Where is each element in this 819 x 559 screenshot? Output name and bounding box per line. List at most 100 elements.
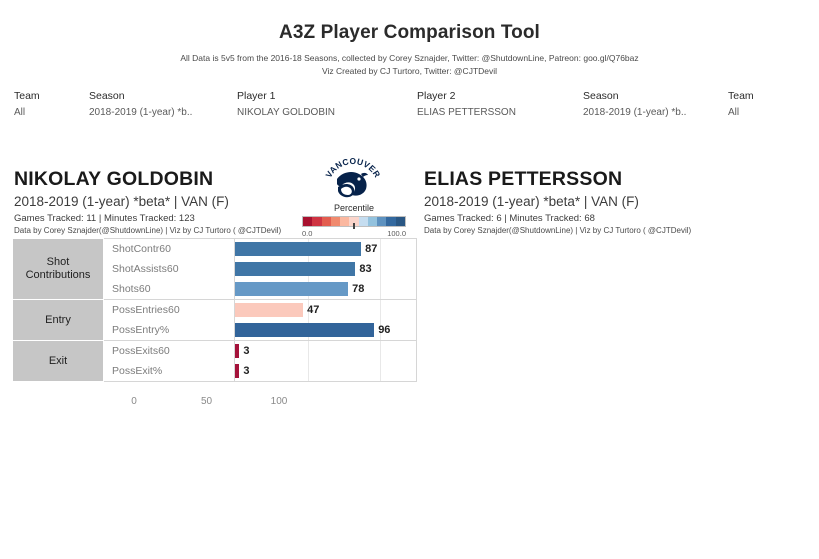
category-cell: Exit bbox=[12, 340, 104, 382]
bar bbox=[235, 303, 304, 317]
bar-track: 96 bbox=[235, 320, 390, 340]
category-cell: Entry bbox=[12, 299, 104, 341]
player-credit-right: Data by Corey Sznajder(@ShutdownLine) | … bbox=[424, 226, 692, 235]
filter-player-1[interactable]: Player 1 NIKOLAY GOLDOBIN bbox=[237, 90, 335, 118]
gridline bbox=[307, 341, 309, 361]
table-row: Entry PossEntries60 47 bbox=[12, 299, 417, 341]
bar-value-label: 87 bbox=[365, 243, 378, 255]
metric-label: PossExits60 bbox=[103, 340, 235, 361]
metric-label: PossEntry% bbox=[103, 320, 235, 341]
metric-label: PossExit% bbox=[103, 361, 235, 382]
player-tracked-right: Games Tracked: 6 | Minutes Tracked: 68 bbox=[424, 213, 595, 224]
bar bbox=[235, 282, 349, 296]
legend-gradient-left bbox=[302, 216, 406, 229]
bar-value-label: 47 bbox=[307, 304, 320, 316]
player-name-right: ELIAS PETTERSSON bbox=[424, 168, 623, 190]
gridline bbox=[380, 239, 381, 259]
filter-team-right[interactable]: Team All bbox=[728, 90, 754, 118]
filter-team-left-value[interactable]: All bbox=[14, 107, 40, 118]
gridline bbox=[380, 259, 381, 279]
player-credit-left: Data by Corey Sznajder(@ShutdownLine) | … bbox=[14, 226, 282, 235]
x-axis-tick: 100 bbox=[270, 396, 288, 407]
bar-cell: 3 bbox=[234, 340, 417, 361]
x-axis-tick: 50 bbox=[200, 396, 213, 407]
bar-cell: 83 bbox=[234, 259, 417, 279]
page-header: A3Z Player Comparison Tool All Data is 5… bbox=[0, 0, 819, 76]
bar-value-label: 3 bbox=[243, 365, 250, 377]
legend-bin-4 bbox=[340, 217, 350, 226]
bar-value-label: 83 bbox=[359, 263, 372, 275]
vancouver-canucks-logo-icon: VANCOUVER bbox=[322, 152, 384, 208]
bar-cell: 47 bbox=[234, 299, 417, 320]
bar bbox=[235, 344, 240, 358]
legend-bin-8 bbox=[377, 217, 387, 226]
bar-value-label: 96 bbox=[378, 324, 391, 336]
bar bbox=[235, 323, 375, 337]
legend-bin-10 bbox=[395, 217, 405, 226]
legend-bin-1 bbox=[312, 217, 322, 226]
page-subtitle-data-source: All Data is 5v5 from the 2016-18 Seasons… bbox=[180, 53, 639, 63]
filter-season-right[interactable]: Season 2018-2019 (1-year) *b.. bbox=[583, 90, 686, 118]
gridline bbox=[380, 279, 381, 299]
legend-axis-left: 0.0 100.0 bbox=[302, 229, 406, 238]
metric-label: Shots60 bbox=[103, 279, 235, 300]
bar-track: 3 bbox=[235, 361, 381, 381]
bar-cell: 96 bbox=[234, 320, 417, 341]
metric-label: ShotAssists60 bbox=[103, 259, 235, 279]
metrics-table-left: Shot Contributions ShotContr60 87 ShotAssist… bbox=[12, 238, 417, 382]
filter-team-right-label: Team bbox=[728, 90, 754, 102]
bar-track: 78 bbox=[235, 279, 381, 299]
legend-bin-0 bbox=[303, 217, 313, 226]
filter-team-left[interactable]: Team All bbox=[14, 90, 40, 118]
gridline bbox=[380, 361, 381, 381]
bar-value-label: 3 bbox=[243, 345, 250, 357]
filter-season-left[interactable]: Season 2018-2019 (1-year) *b.. bbox=[89, 90, 192, 118]
bar-cell: 87 bbox=[234, 238, 417, 259]
filter-team-right-value[interactable]: All bbox=[728, 107, 754, 118]
metric-label: PossEntries60 bbox=[103, 299, 235, 320]
legend-max-left: 100.0 bbox=[387, 229, 406, 238]
bar-track: 87 bbox=[235, 239, 381, 259]
bar-cell: 3 bbox=[234, 361, 417, 382]
bar-track: 83 bbox=[235, 259, 381, 279]
x-axis-left: 0 50 100 bbox=[131, 396, 299, 412]
filter-player-1-value[interactable]: NIKOLAY GOLDOBIN bbox=[237, 107, 335, 118]
bar-track: 47 bbox=[235, 300, 381, 320]
filter-season-left-label: Season bbox=[89, 90, 125, 102]
legend-title-left: Percentile bbox=[333, 203, 375, 213]
filter-season-right-value[interactable]: 2018-2019 (1-year) *b.. bbox=[583, 107, 686, 118]
page-subtitle-viz-credit: Viz Created by CJ Turtoro, Twitter: @CJT… bbox=[321, 66, 498, 76]
player-panel-left: NIKOLAY GOLDOBIN 2018-2019 (1-year) *bet… bbox=[0, 150, 417, 412]
filter-team-left-label: Team bbox=[14, 90, 40, 102]
category-cell: Shot Contributions bbox=[12, 238, 104, 300]
bar-cell: 78 bbox=[234, 279, 417, 300]
percentile-legend-left: Percentile 0.0 100.0 bbox=[302, 203, 406, 238]
gridline bbox=[380, 341, 381, 361]
filter-player-2-value[interactable]: ELIAS PETTERSSON bbox=[417, 107, 516, 118]
filter-player-2[interactable]: Player 2 ELIAS PETTERSSON bbox=[417, 90, 516, 118]
gridline bbox=[307, 361, 309, 381]
bar-value-label: 78 bbox=[352, 283, 365, 295]
bar bbox=[235, 242, 362, 256]
legend-marker-icon bbox=[353, 223, 355, 229]
table-row: Shot Contributions ShotContr60 87 bbox=[12, 238, 417, 300]
bar bbox=[235, 364, 240, 378]
player-name-left: NIKOLAY GOLDOBIN bbox=[14, 168, 214, 190]
filter-bar: Team All Season 2018-2019 (1-year) *b.. Play… bbox=[0, 90, 819, 126]
bar-track: 3 bbox=[235, 341, 381, 361]
player-season-right: 2018-2019 (1-year) *beta* | VAN (F) bbox=[424, 194, 639, 209]
filter-season-right-label: Season bbox=[583, 90, 619, 102]
filter-season-left-value[interactable]: 2018-2019 (1-year) *b.. bbox=[89, 107, 192, 118]
player-season-left: 2018-2019 (1-year) *beta* | VAN (F) bbox=[14, 194, 229, 209]
legend-min-left: 0.0 bbox=[302, 229, 313, 238]
metric-label: ShotContr60 bbox=[103, 238, 235, 259]
legend-bin-7 bbox=[367, 217, 378, 226]
legend-bin-2 bbox=[321, 217, 331, 226]
gridline bbox=[380, 300, 381, 320]
filter-player-2-label: Player 2 bbox=[417, 90, 456, 102]
x-axis-tick: 0 bbox=[131, 396, 137, 407]
filter-player-1-label: Player 1 bbox=[237, 90, 276, 102]
legend-bin-6 bbox=[358, 217, 368, 226]
legend-bin-3 bbox=[330, 217, 341, 226]
bar bbox=[235, 262, 356, 276]
